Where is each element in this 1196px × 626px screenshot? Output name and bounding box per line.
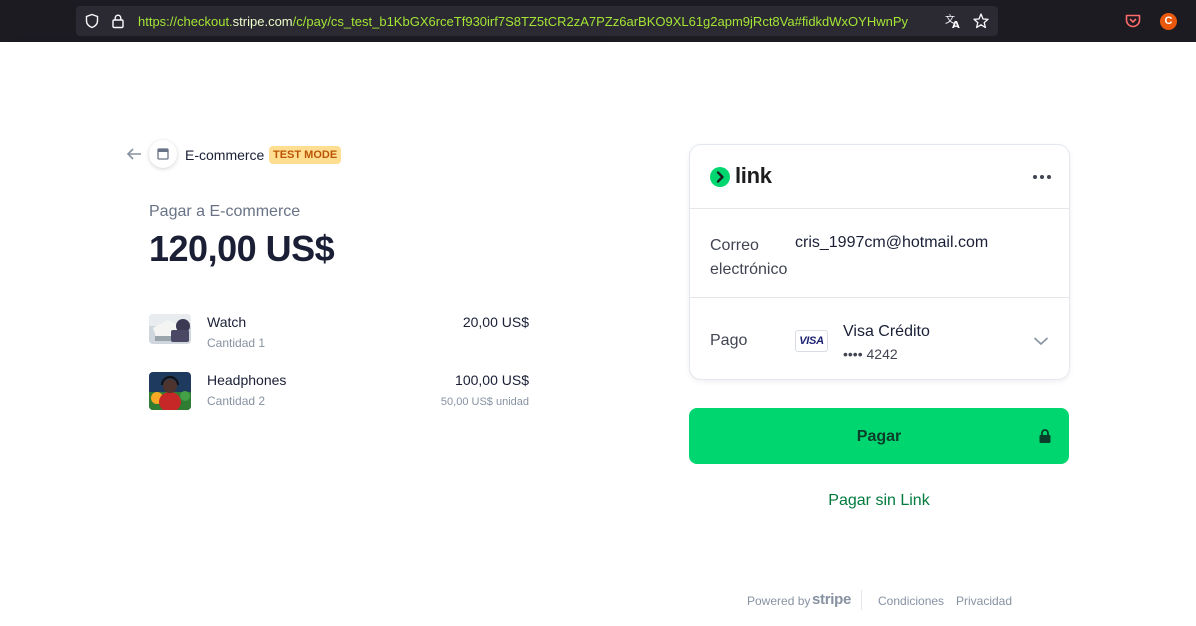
item-name: Watch <box>207 314 247 330</box>
translate-icon[interactable]: 文A <box>944 12 962 30</box>
privacy-link[interactable]: Privacidad <box>956 594 1012 608</box>
url-text[interactable]: https://checkout.stripe.com/c/pay/cs_tes… <box>138 14 936 29</box>
merchant-avatar <box>149 140 177 168</box>
card-name: Visa Crédito <box>843 323 930 340</box>
item-name: Headphones <box>207 372 287 388</box>
pay-to-label: Pagar a E-commerce <box>149 203 301 220</box>
visa-card-icon: VISA <box>795 330 828 352</box>
item-quantity: Cantidad 1 <box>207 336 266 350</box>
profile-avatar[interactable]: C <box>1160 13 1177 30</box>
payment-label: Pago <box>710 332 748 349</box>
line-item: Headphones Cantidad 2 100,00 US$ 50,00 U… <box>149 372 529 412</box>
lock-icon[interactable] <box>110 13 126 29</box>
item-price: 20,00 US$ <box>462 314 529 330</box>
powered-by-label: Powered by <box>747 594 811 608</box>
link-logo-text: link <box>735 163 772 188</box>
payment-method-selector[interactable]: Pago VISA Visa Crédito •••• 4242 <box>690 299 1069 381</box>
link-header: link <box>690 145 1069 209</box>
pay-button-label: Pagar <box>856 428 902 445</box>
pay-without-link-link[interactable]: Pagar sin Link <box>689 492 1069 510</box>
card-number: •••• 4242 <box>843 346 898 362</box>
pocket-icon[interactable] <box>1124 12 1142 30</box>
payment-panel: link Correo electrónico cris_1997cm@hotm… <box>609 42 1196 626</box>
item-unit-price: 50,00 US$ unidad <box>440 396 529 408</box>
total-amount: 120,00 US$ <box>149 228 335 269</box>
line-item: Watch Cantidad 1 20,00 US$ <box>149 314 529 354</box>
star-icon[interactable] <box>972 12 990 30</box>
product-image-watch <box>149 314 191 344</box>
svg-text:A: A <box>952 20 960 30</box>
padlock-icon <box>1039 429 1051 443</box>
address-bar[interactable]: https://checkout.stripe.com/c/pay/cs_tes… <box>76 6 998 36</box>
store-icon <box>157 148 169 160</box>
email-row: Correo electrónico cris_1997cm@hotmail.c… <box>690 210 1069 298</box>
footer: Powered by stripe Condiciones Privacidad <box>609 590 1196 612</box>
item-quantity: Cantidad 2 <box>207 394 266 408</box>
more-dots-icon[interactable] <box>1030 171 1054 183</box>
email-label: Correo electrónico <box>710 237 788 278</box>
merchant-name: E-commerce <box>185 147 265 163</box>
email-value: cris_1997cm@hotmail.com <box>795 234 989 251</box>
back-arrow-icon[interactable] <box>126 147 142 161</box>
order-summary-panel: E-commerce TEST MODE Pagar a E-commerce … <box>0 42 609 626</box>
product-image-headphones <box>149 372 191 410</box>
terms-link[interactable]: Condiciones <box>878 594 944 608</box>
link-logo-icon <box>710 167 730 187</box>
shield-icon[interactable] <box>84 13 100 29</box>
stripe-logo[interactable]: stripe <box>812 591 851 608</box>
footer-divider <box>861 590 862 610</box>
item-price: 100,00 US$ <box>455 372 529 388</box>
browser-toolbar: https://checkout.stripe.com/c/pay/cs_tes… <box>0 0 1196 42</box>
chevron-down-icon[interactable] <box>1033 336 1049 346</box>
test-mode-badge: TEST MODE <box>269 146 342 164</box>
pay-button[interactable]: Pagar <box>689 408 1069 464</box>
link-card: link Correo electrónico cris_1997cm@hotm… <box>689 144 1070 380</box>
